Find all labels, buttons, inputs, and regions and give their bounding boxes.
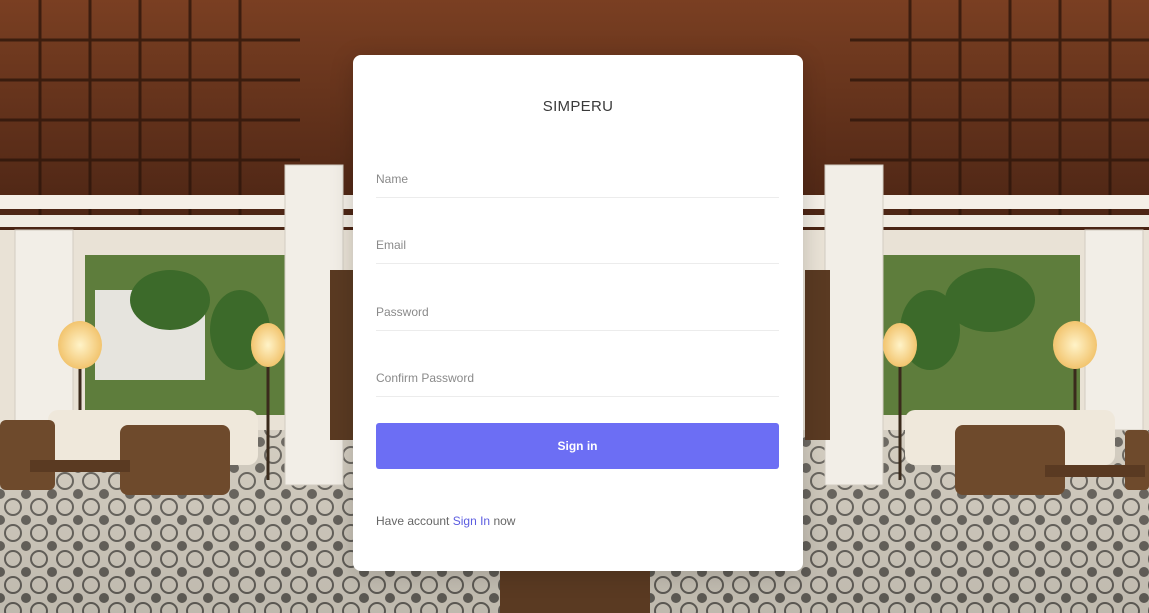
- email-field-wrapper: [376, 229, 779, 264]
- name-field-wrapper: [376, 163, 779, 198]
- sign-in-button[interactable]: Sign in: [376, 423, 779, 469]
- footer-prefix: Have account: [376, 514, 450, 528]
- footer-text: Have account Sign In now: [376, 514, 515, 528]
- sign-in-link[interactable]: Sign In: [453, 514, 490, 528]
- confirm-password-field-wrapper: [376, 362, 779, 397]
- password-field-wrapper: [376, 296, 779, 331]
- confirm-password-input[interactable]: [376, 362, 779, 394]
- footer-suffix: now: [493, 514, 516, 528]
- email-input[interactable]: [376, 229, 779, 261]
- password-input[interactable]: [376, 296, 779, 328]
- name-input[interactable]: [376, 163, 779, 195]
- signup-card: SIMPERU Sign in Have account Sign In now: [353, 55, 803, 571]
- app-title: SIMPERU: [542, 98, 614, 115]
